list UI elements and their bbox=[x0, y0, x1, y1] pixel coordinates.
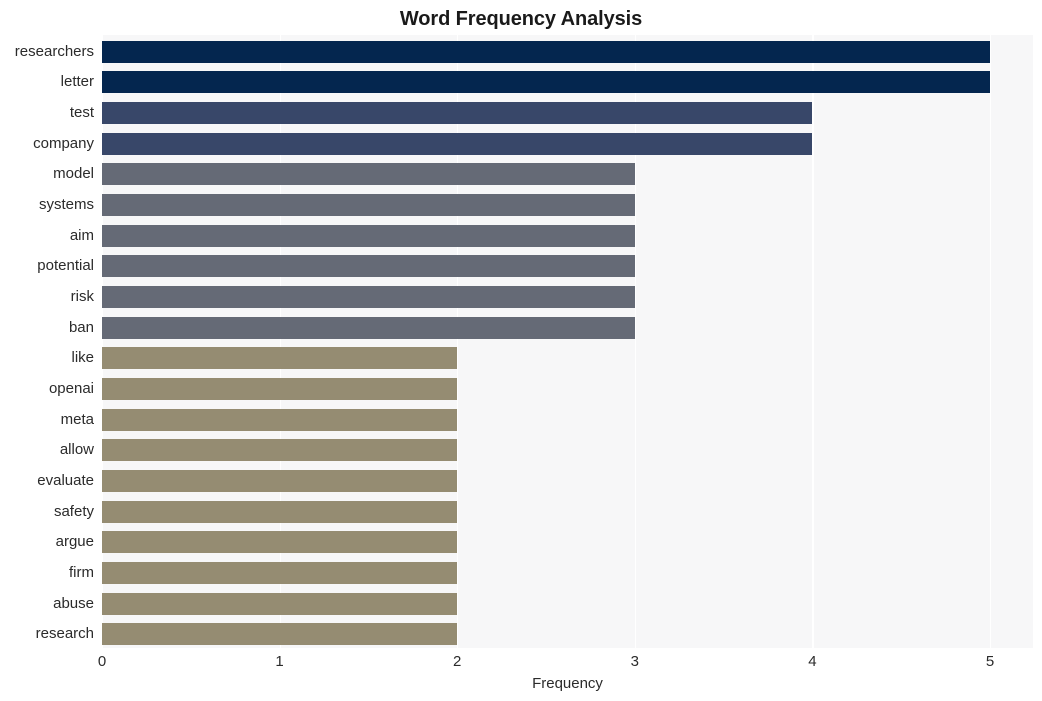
x-axis-tick-labels: 0 1 2 3 4 5 bbox=[98, 652, 1033, 676]
x-axis-tick-label: 3 bbox=[630, 653, 639, 670]
y-axis-tick-label: argue bbox=[55, 533, 94, 551]
y-axis-tick-label: like bbox=[71, 349, 94, 367]
y-axis-tick-label: openai bbox=[48, 379, 94, 397]
x-axis-tick-label: 5 bbox=[985, 653, 995, 670]
y-axis-tick-label: abuse bbox=[53, 594, 94, 612]
y-axis-tick-label: letter bbox=[60, 73, 94, 91]
chart-figure: Word Frequency Analysis researchers lette… bbox=[0, 0, 1042, 701]
x-axis-label: Frequency bbox=[532, 675, 603, 692]
y-axis-tick-label: company bbox=[33, 134, 94, 152]
y-axis-tick-label: meta bbox=[60, 410, 94, 428]
y-axis-tick-label: risk bbox=[70, 288, 94, 306]
y-axis-tick-label: researchers bbox=[14, 42, 94, 60]
y-axis-tick-label: model bbox=[53, 165, 94, 183]
y-axis-tick-label: evaluate bbox=[37, 471, 94, 489]
x-axis-tick-label: 0 bbox=[97, 653, 107, 670]
chart-title: Word Frequency Analysis bbox=[399, 8, 643, 30]
y-axis-tick-label: allow bbox=[59, 441, 94, 459]
x-axis-tick-label: 1 bbox=[275, 653, 284, 670]
y-axis-tick-label: test bbox=[69, 104, 94, 122]
y-axis-tick-label: firm bbox=[69, 563, 94, 581]
y-axis-tick-label: potential bbox=[37, 257, 94, 275]
x-axis-tick-label: 2 bbox=[453, 653, 462, 670]
y-axis-tick-label: ban bbox=[68, 318, 94, 336]
x-axis-tick-label: 4 bbox=[808, 653, 817, 670]
y-axis-tick-label: research bbox=[35, 625, 94, 643]
y-axis-tick-labels: researchers letter test company model systems… bbox=[0, 35, 1042, 648]
y-axis-tick-label: safety bbox=[53, 502, 94, 520]
y-axis-tick-label: systems bbox=[38, 196, 94, 214]
y-axis-tick-label: aim bbox=[69, 226, 94, 244]
